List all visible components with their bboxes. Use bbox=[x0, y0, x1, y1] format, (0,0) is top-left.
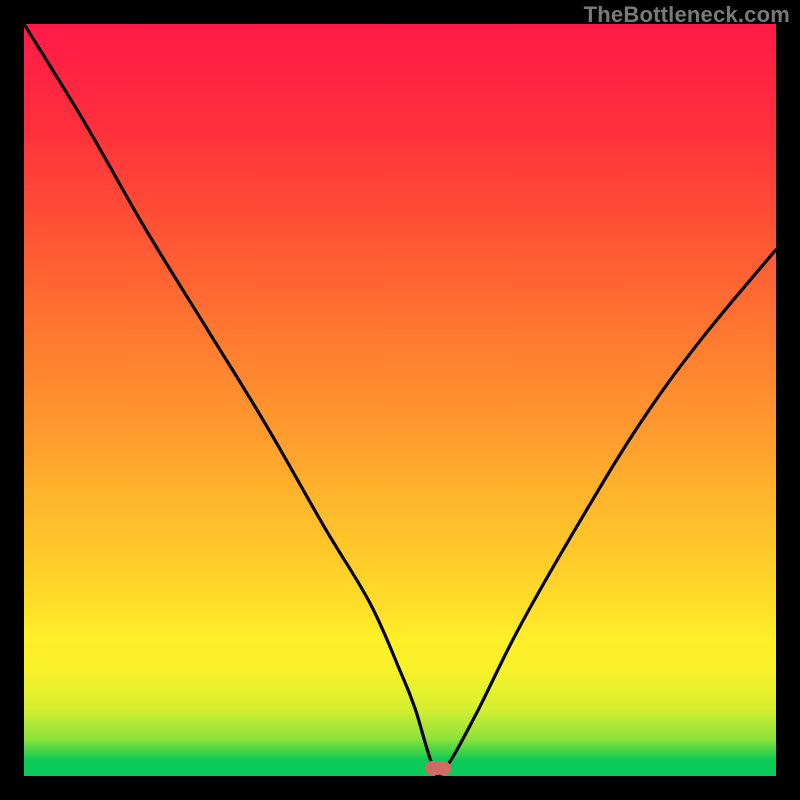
plot-area bbox=[24, 24, 776, 776]
optimum-marker bbox=[425, 761, 451, 775]
chart-frame: TheBottleneck.com bbox=[0, 0, 800, 800]
bottleneck-curve bbox=[24, 24, 776, 776]
attribution-watermark: TheBottleneck.com bbox=[584, 2, 790, 28]
